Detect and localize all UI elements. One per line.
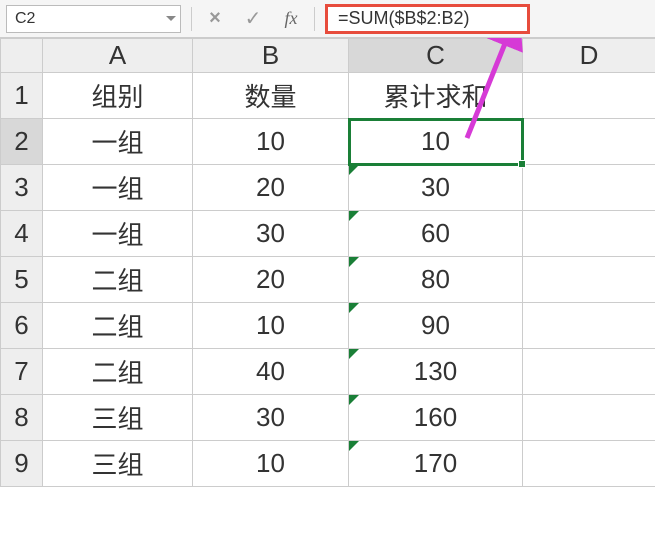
cell-A7[interactable]: 二组 bbox=[43, 349, 193, 395]
cell-A1[interactable]: 组别 bbox=[43, 73, 193, 119]
formula-bar: C2 × ✓ fx =SUM($B$2:B2) bbox=[0, 0, 655, 38]
cell-C2[interactable]: 10 bbox=[349, 119, 523, 165]
row-header-5[interactable]: 5 bbox=[1, 257, 43, 303]
cell-B8[interactable]: 30 bbox=[193, 395, 349, 441]
cell-C7[interactable]: 130 bbox=[349, 349, 523, 395]
cell-B4[interactable]: 30 bbox=[193, 211, 349, 257]
col-header-B[interactable]: B bbox=[193, 39, 349, 73]
cell-B6[interactable]: 10 bbox=[193, 303, 349, 349]
cell-D6[interactable] bbox=[523, 303, 655, 349]
formula-text: =SUM($B$2:B2) bbox=[338, 8, 470, 29]
cell-D8[interactable] bbox=[523, 395, 655, 441]
cell-B5[interactable]: 20 bbox=[193, 257, 349, 303]
cell-D1[interactable] bbox=[523, 73, 655, 119]
cell-B9[interactable]: 10 bbox=[193, 441, 349, 487]
error-indicator-icon[interactable] bbox=[349, 257, 359, 267]
row-header-1[interactable]: 1 bbox=[1, 73, 43, 119]
cell-C2-value: 10 bbox=[421, 126, 450, 156]
row-header-4[interactable]: 4 bbox=[1, 211, 43, 257]
cell-C4[interactable]: 60 bbox=[349, 211, 523, 257]
grid[interactable]: A B C D 1 组别 数量 累计求和 2 一组 10 10 3 一组 20 … bbox=[0, 38, 655, 487]
cell-C9[interactable]: 170 bbox=[349, 441, 523, 487]
cell-B1[interactable]: 数量 bbox=[193, 73, 349, 119]
row-header-9[interactable]: 9 bbox=[1, 441, 43, 487]
divider bbox=[314, 7, 315, 31]
cell-A2[interactable]: 一组 bbox=[43, 119, 193, 165]
select-all-corner[interactable] bbox=[1, 39, 43, 73]
spreadsheet-area: A B C D 1 组别 数量 累计求和 2 一组 10 10 3 一组 20 … bbox=[0, 38, 655, 487]
cell-C1[interactable]: 累计求和 bbox=[349, 73, 523, 119]
error-indicator-icon[interactable] bbox=[349, 211, 359, 221]
error-indicator-icon[interactable] bbox=[349, 303, 359, 313]
col-header-A[interactable]: A bbox=[43, 39, 193, 73]
row-header-2[interactable]: 2 bbox=[1, 119, 43, 165]
cell-A4[interactable]: 一组 bbox=[43, 211, 193, 257]
cell-A5[interactable]: 二组 bbox=[43, 257, 193, 303]
row-header-7[interactable]: 7 bbox=[1, 349, 43, 395]
confirm-icon[interactable]: ✓ bbox=[234, 5, 272, 33]
row-header-8[interactable]: 8 bbox=[1, 395, 43, 441]
col-header-C[interactable]: C bbox=[349, 39, 523, 73]
cell-A6[interactable]: 二组 bbox=[43, 303, 193, 349]
chevron-down-icon[interactable] bbox=[166, 16, 176, 21]
cell-D7[interactable] bbox=[523, 349, 655, 395]
cancel-icon[interactable]: × bbox=[196, 5, 234, 33]
cell-C5[interactable]: 80 bbox=[349, 257, 523, 303]
error-indicator-icon[interactable] bbox=[349, 165, 359, 175]
cell-D2[interactable] bbox=[523, 119, 655, 165]
cell-B2[interactable]: 10 bbox=[193, 119, 349, 165]
cell-D4[interactable] bbox=[523, 211, 655, 257]
row-header-6[interactable]: 6 bbox=[1, 303, 43, 349]
cell-D5[interactable] bbox=[523, 257, 655, 303]
cell-A8[interactable]: 三组 bbox=[43, 395, 193, 441]
error-indicator-icon[interactable] bbox=[349, 395, 359, 405]
cell-B7[interactable]: 40 bbox=[193, 349, 349, 395]
error-indicator-icon[interactable] bbox=[349, 349, 359, 359]
cell-C6[interactable]: 90 bbox=[349, 303, 523, 349]
cell-A3[interactable]: 一组 bbox=[43, 165, 193, 211]
cell-D9[interactable] bbox=[523, 441, 655, 487]
name-box-value: C2 bbox=[15, 10, 35, 28]
fill-handle[interactable] bbox=[518, 160, 526, 168]
cell-B3[interactable]: 20 bbox=[193, 165, 349, 211]
name-box[interactable]: C2 bbox=[6, 5, 181, 33]
cell-C3[interactable]: 30 bbox=[349, 165, 523, 211]
divider bbox=[191, 7, 192, 31]
error-indicator-icon[interactable] bbox=[349, 441, 359, 451]
row-header-3[interactable]: 3 bbox=[1, 165, 43, 211]
cell-D3[interactable] bbox=[523, 165, 655, 211]
cell-A9[interactable]: 三组 bbox=[43, 441, 193, 487]
formula-input[interactable]: =SUM($B$2:B2) bbox=[325, 4, 530, 34]
cell-C8[interactable]: 160 bbox=[349, 395, 523, 441]
col-header-D[interactable]: D bbox=[523, 39, 655, 73]
fx-icon[interactable]: fx bbox=[272, 5, 310, 33]
